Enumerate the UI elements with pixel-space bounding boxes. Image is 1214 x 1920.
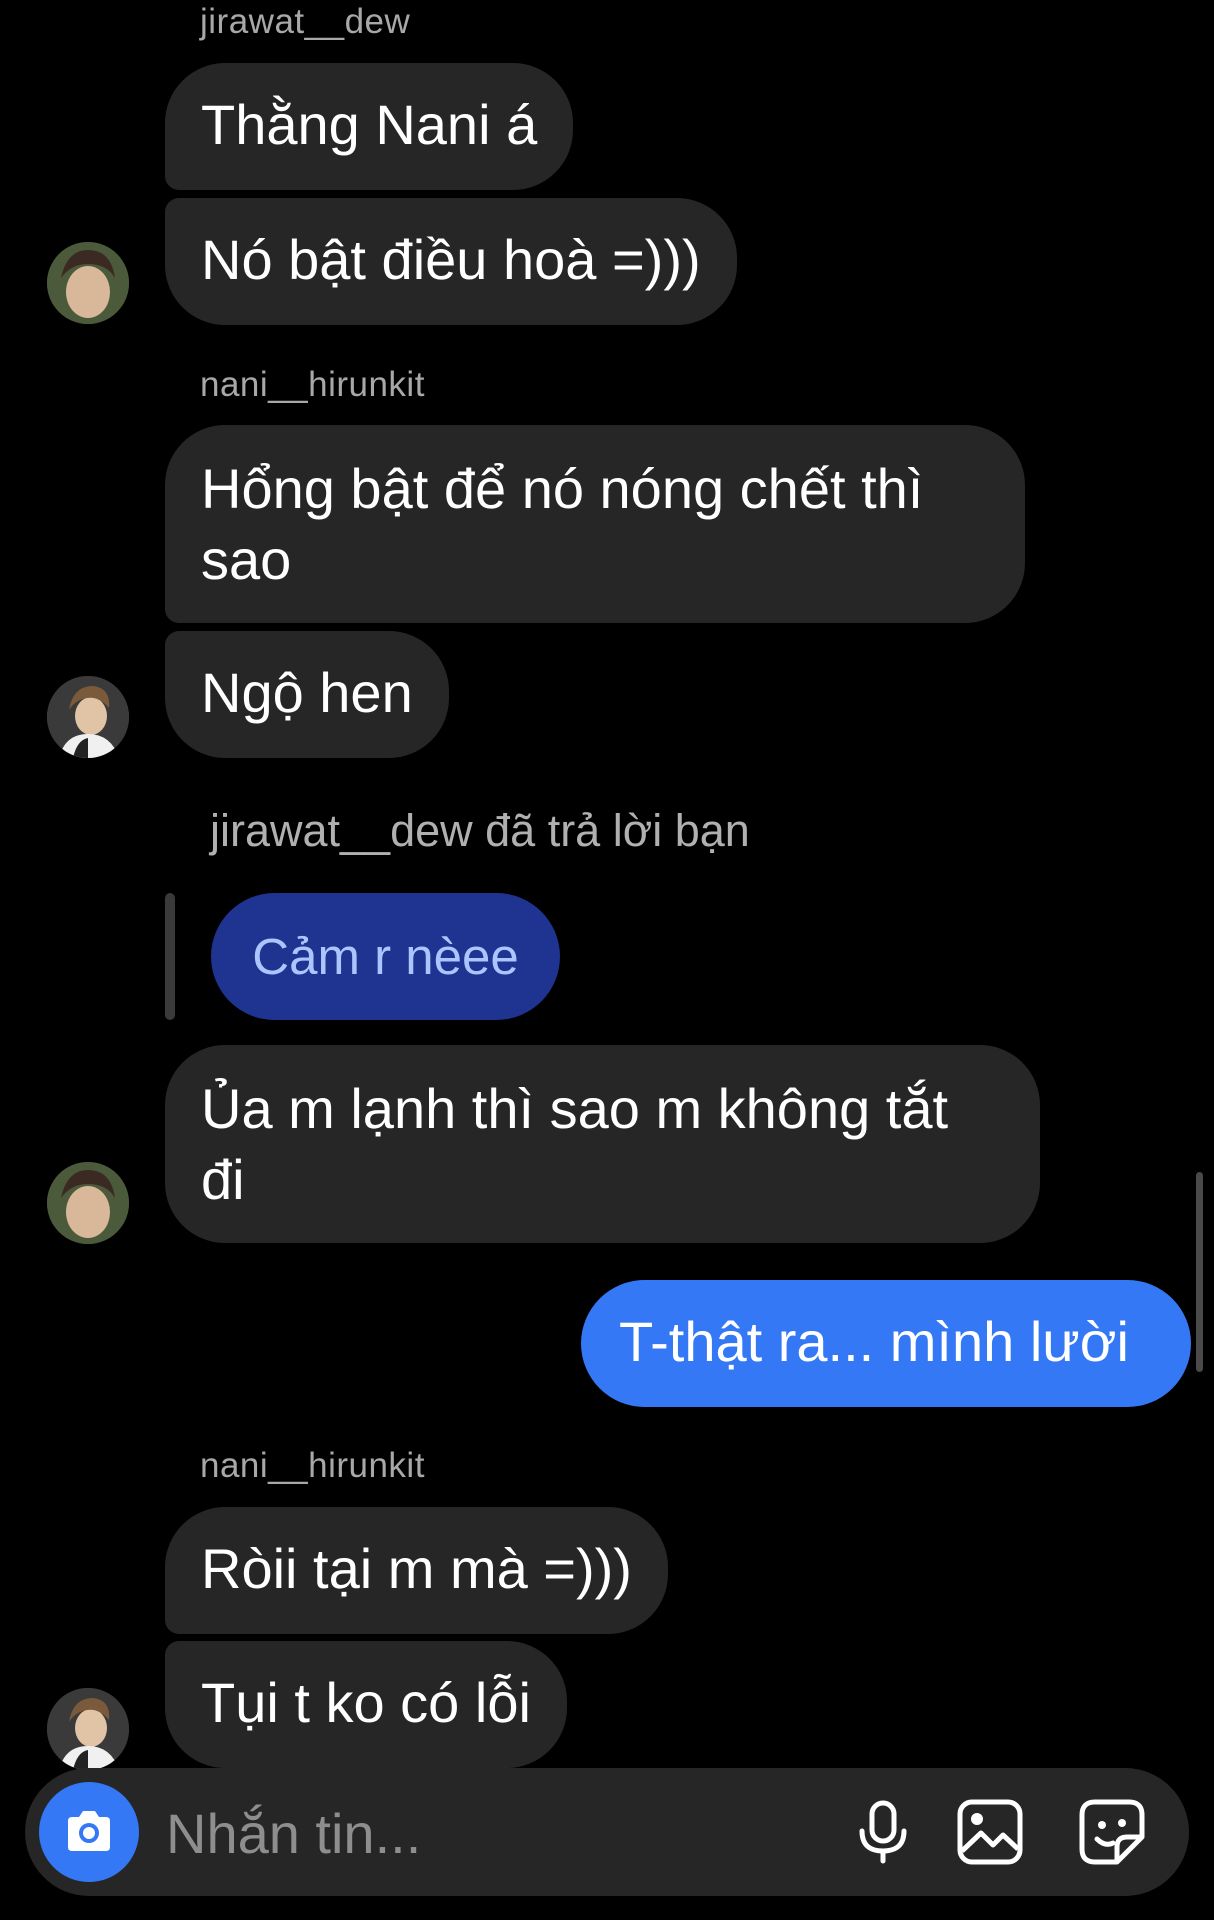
message-bubble[interactable]: Ròii tại m mà =))) xyxy=(165,1507,668,1634)
camera-button[interactable] xyxy=(39,1782,139,1882)
avatar[interactable] xyxy=(47,1688,129,1770)
microphone-icon xyxy=(859,1800,907,1864)
avatar-photo-icon xyxy=(47,1688,129,1770)
message-bubble[interactable]: Nó bật điều hoà =))) xyxy=(165,198,737,325)
sticker-button[interactable] xyxy=(1077,1797,1147,1867)
gallery-button[interactable] xyxy=(955,1797,1025,1867)
message-bubble[interactable]: Thằng Nani á xyxy=(165,63,574,190)
sticker-icon xyxy=(1079,1799,1145,1865)
avatar-photo-icon xyxy=(47,242,129,324)
avatar[interactable] xyxy=(47,1162,129,1244)
sender-name: nani__hirunkit xyxy=(200,1446,425,1485)
voice-message-button[interactable] xyxy=(848,1797,918,1867)
message-bubble[interactable]: Ngộ hen xyxy=(165,631,449,758)
replied-message-quote[interactable]: Cảm r nèee xyxy=(211,893,560,1020)
message-bubble[interactable]: Hổng bật để nó nóng chết thì sao xyxy=(165,425,1025,623)
sender-name: nani__hirunkit xyxy=(200,365,425,404)
avatar-photo-icon xyxy=(47,676,129,758)
reply-context-label: jirawat__dew đã trả lời bạn xyxy=(210,805,750,856)
scrollbar[interactable] xyxy=(1196,1172,1203,1372)
avatar-photo-icon xyxy=(47,1162,129,1244)
message-input[interactable]: Nhắn tin... xyxy=(166,1801,421,1866)
message-bubble[interactable]: Tụi t ko có lỗi xyxy=(165,1641,567,1768)
message-bubble[interactable]: Ủa m lạnh thì sao m không tắt đi xyxy=(165,1045,1040,1243)
sender-name: jirawat__dew xyxy=(200,2,411,41)
gallery-icon xyxy=(957,1799,1023,1865)
outgoing-message-bubble[interactable]: T-thật ra... mình lười xyxy=(581,1280,1191,1407)
avatar[interactable] xyxy=(47,242,129,324)
avatar[interactable] xyxy=(47,676,129,758)
reply-indicator-bar xyxy=(165,893,175,1020)
camera-icon xyxy=(68,1811,110,1851)
message-composer: Nhắn tin... xyxy=(25,1768,1189,1896)
